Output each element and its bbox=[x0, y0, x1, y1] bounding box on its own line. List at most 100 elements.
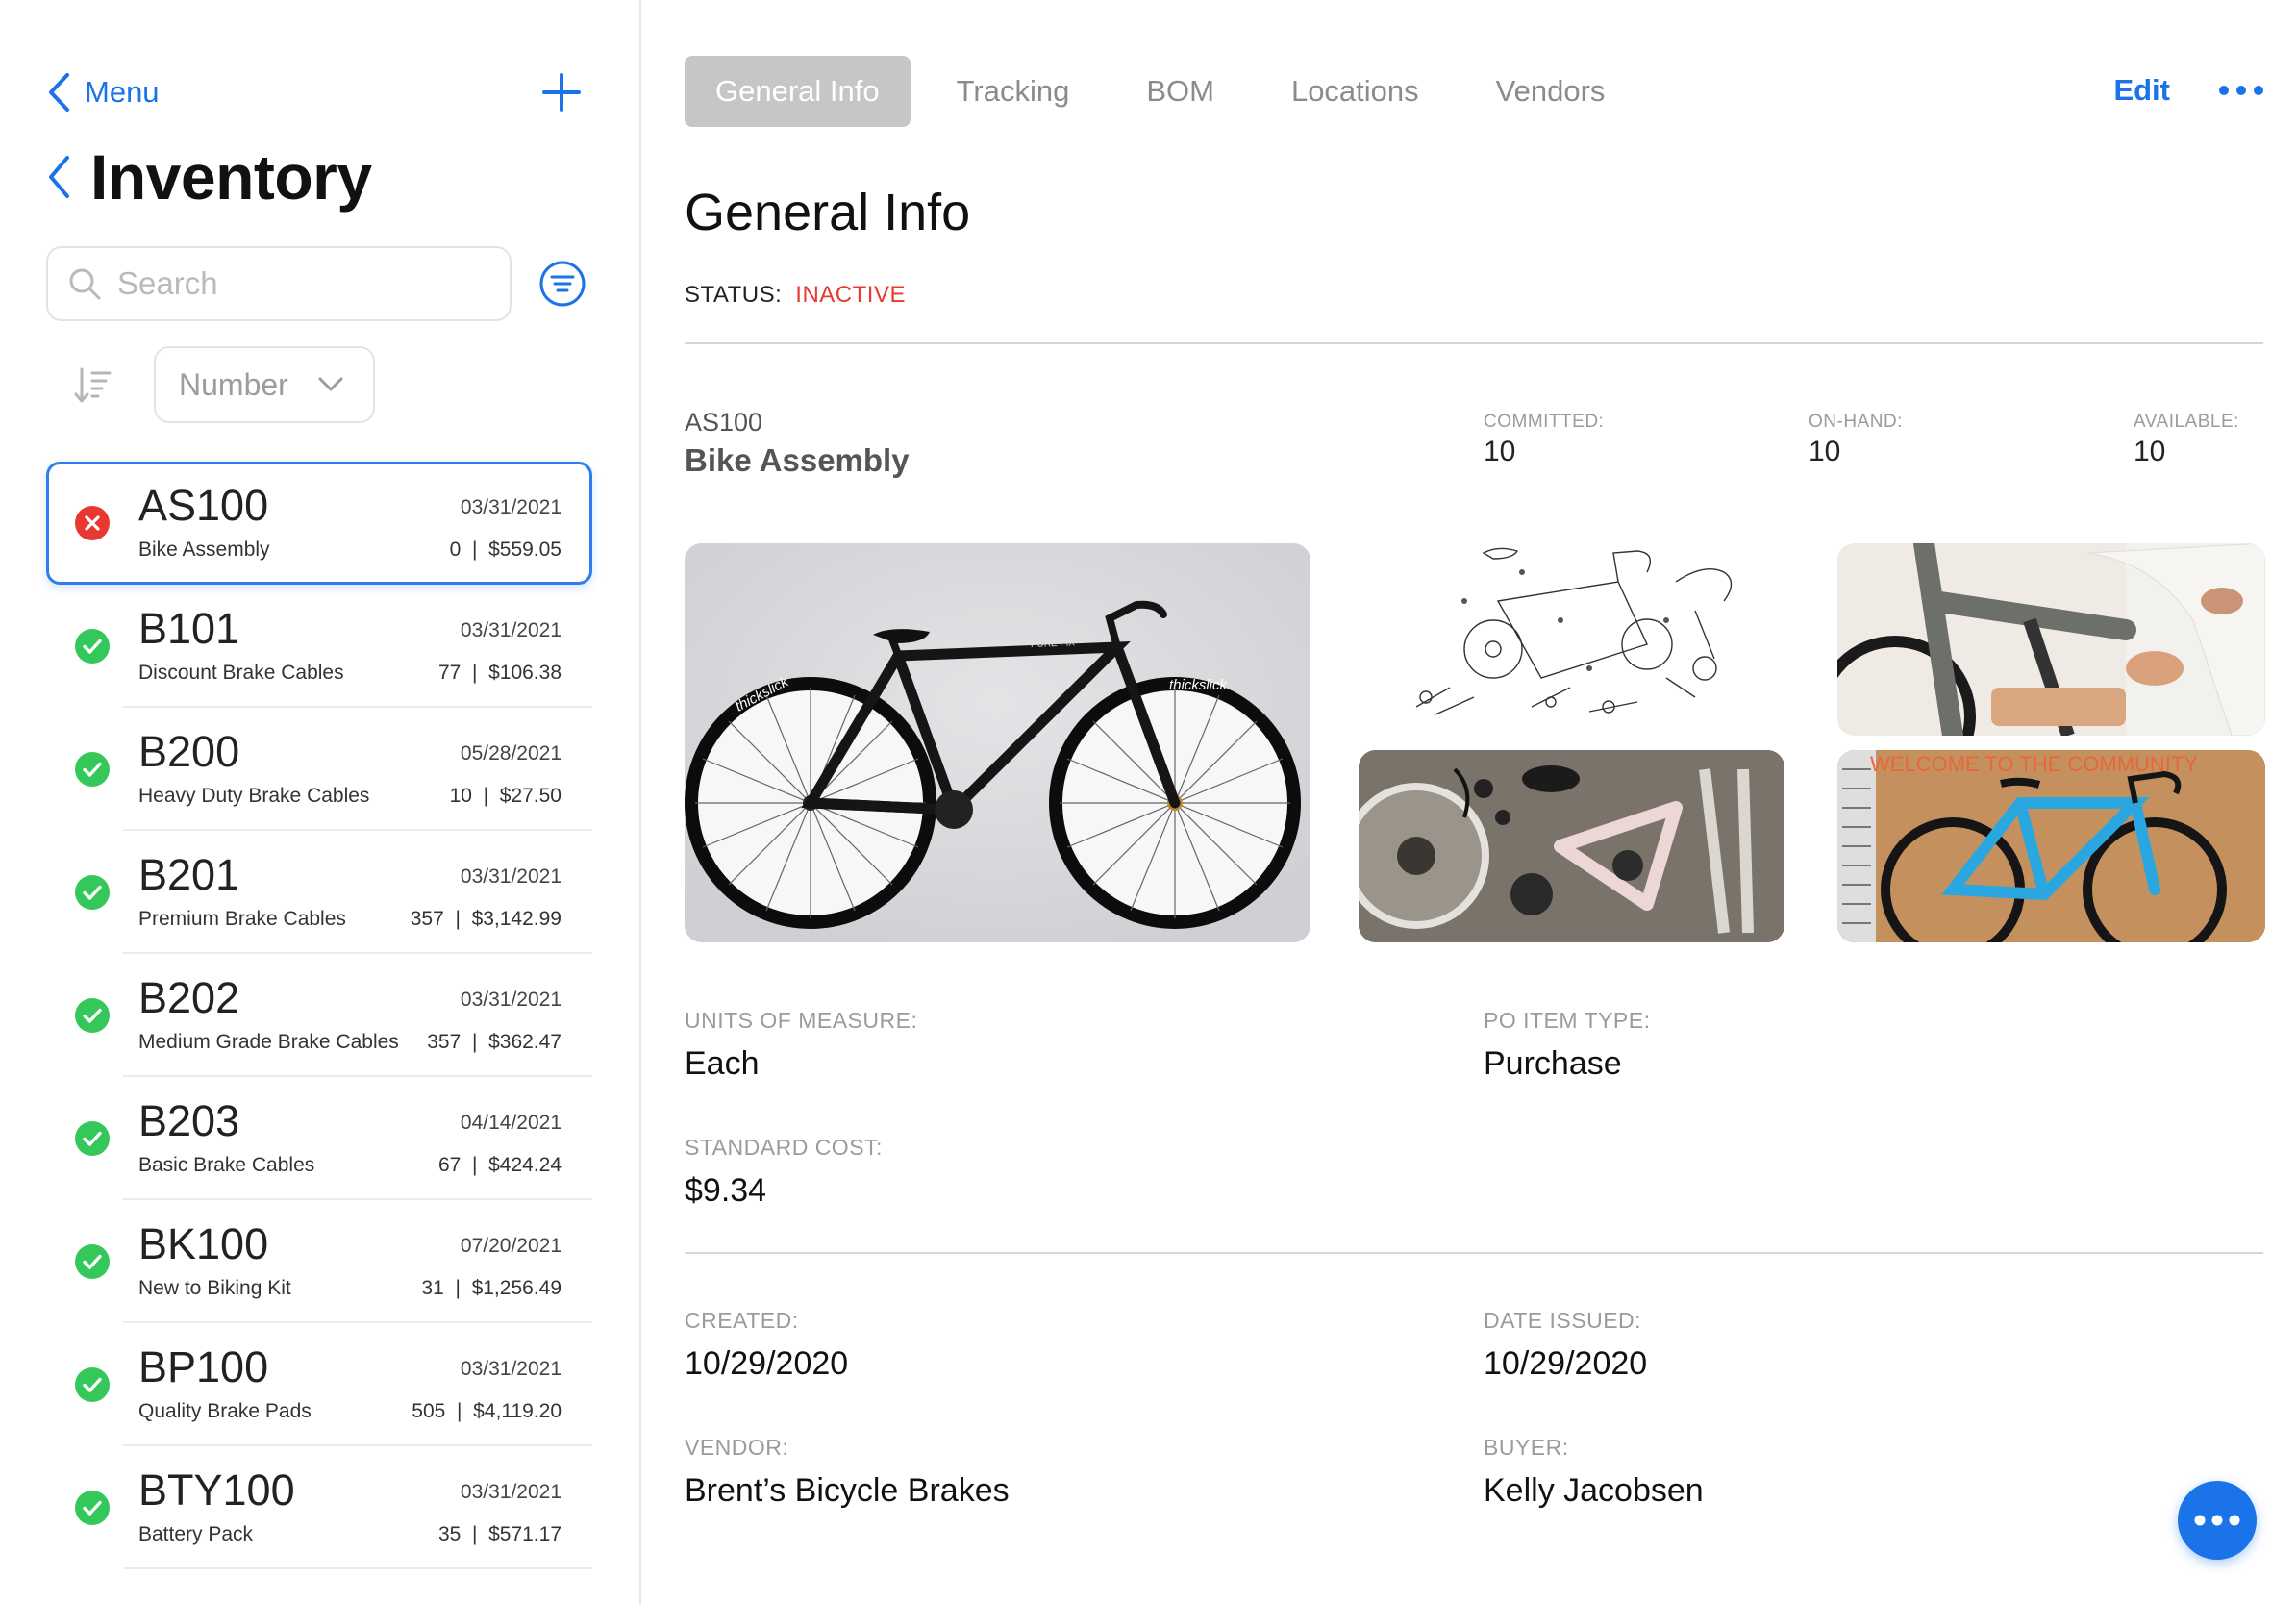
vendor-label: VENDOR: bbox=[685, 1435, 789, 1460]
uom-label: UNITS OF MEASURE: bbox=[685, 1008, 918, 1033]
item-number: B101 bbox=[138, 604, 240, 653]
bike-diagram-photo[interactable] bbox=[1359, 543, 1784, 736]
created-label: CREATED: bbox=[685, 1308, 799, 1333]
tab-bom[interactable]: BOM bbox=[1146, 74, 1214, 109]
checkmark-circle-icon bbox=[75, 1244, 110, 1279]
chevron-down-icon bbox=[318, 377, 343, 391]
list-item[interactable]: B200 05/28/2021 Heavy Duty Brake Cables 10 … bbox=[46, 708, 592, 831]
item-date: 03/31/2021 bbox=[460, 865, 562, 888]
standard-cost-value: $9.34 bbox=[685, 1172, 767, 1209]
item-description: Battery Pack bbox=[138, 1523, 254, 1545]
item-number: AS100 bbox=[138, 481, 269, 530]
search-icon bbox=[69, 268, 101, 300]
item-date: 03/31/2021 bbox=[460, 619, 562, 641]
onhand-label: ON-HAND: bbox=[1809, 412, 1903, 432]
list-item[interactable]: AS100 03/31/2021 Bike Assembly 0 | $559.05 bbox=[46, 462, 592, 585]
banner-text: WELCOME TO THE COMMUNITY bbox=[1870, 752, 2198, 776]
inventory-list: AS100 03/31/2021 Bike Assembly 0 | $559.05 B… bbox=[46, 462, 592, 1569]
sort-icon[interactable] bbox=[73, 365, 113, 406]
item-description: Quality Brake Pads bbox=[138, 1400, 312, 1422]
list-item[interactable]: B203 04/14/2021 Basic Brake Cables 67 | $42… bbox=[46, 1077, 592, 1200]
plus-icon[interactable] bbox=[540, 71, 583, 113]
ellipsis-icon bbox=[2194, 1515, 2240, 1526]
section-title: General Info bbox=[685, 184, 971, 241]
item-number: BTY100 bbox=[138, 1466, 295, 1515]
committed-label: COMMITTED: bbox=[1484, 412, 1605, 432]
item-description: Basic Brake Cables bbox=[138, 1154, 315, 1176]
status-row: STATUS: INACTIVE bbox=[685, 282, 906, 309]
parts-photo[interactable] bbox=[1359, 750, 1784, 942]
frame-brand-text: PURE FIX bbox=[1031, 638, 1076, 650]
item-number: B200 bbox=[138, 727, 240, 776]
list-item[interactable]: BTY100 03/31/2021 Battery Pack 35 | $571.17 bbox=[46, 1446, 592, 1569]
chevron-left-icon[interactable] bbox=[46, 154, 71, 200]
item-description: Heavy Duty Brake Cables bbox=[138, 785, 370, 807]
available-label: AVAILABLE: bbox=[2134, 412, 2239, 432]
bike-image: thickslick thickslick PURE FIX bbox=[685, 543, 1310, 942]
divider bbox=[123, 1567, 592, 1569]
item-description: Bike Assembly bbox=[138, 539, 270, 561]
item-number: BP100 bbox=[138, 1342, 269, 1391]
item-date: 04/14/2021 bbox=[460, 1112, 562, 1134]
item-description: New to Biking Kit bbox=[138, 1277, 291, 1299]
item-description: Medium Grade Brake Cables bbox=[138, 1031, 399, 1053]
tab-bar: General Info Tracking BOM Locations Vend… bbox=[685, 56, 1682, 127]
onhand-value: 10 bbox=[1809, 436, 1841, 467]
item-qty-price: 10 | $27.50 bbox=[449, 785, 562, 807]
exploded-diagram-image bbox=[1415, 547, 1733, 715]
item-qty-price: 31 | $1,256.49 bbox=[421, 1277, 562, 1299]
item-description: Premium Brake Cables bbox=[138, 908, 346, 930]
filter-icon[interactable] bbox=[538, 260, 586, 308]
buyer-value: Kelly Jacobsen bbox=[1484, 1472, 1704, 1509]
item-date: 07/20/2021 bbox=[460, 1235, 562, 1257]
floating-more-button[interactable] bbox=[2178, 1481, 2257, 1560]
bike-photo-main[interactable]: thickslick thickslick PURE FIX bbox=[685, 543, 1310, 942]
status-value: INACTIVE bbox=[795, 282, 906, 308]
item-qty-price: 357 | $362.47 bbox=[427, 1031, 562, 1053]
item-number: B202 bbox=[138, 973, 240, 1022]
search-field[interactable] bbox=[46, 246, 512, 321]
ellipsis-icon[interactable] bbox=[2218, 85, 2264, 96]
list-item[interactable]: BK100 07/20/2021 New to Biking Kit 31 | $1,… bbox=[46, 1200, 592, 1323]
item-qty-price: 77 | $106.38 bbox=[437, 662, 562, 684]
assembly-photo[interactable] bbox=[1837, 543, 2265, 736]
tire-brand-text: thickslick bbox=[1169, 677, 1229, 693]
date-issued-value: 10/29/2020 bbox=[1484, 1345, 1648, 1382]
status-label: STATUS: bbox=[685, 282, 783, 308]
standard-cost-label: STANDARD COST: bbox=[685, 1135, 883, 1160]
tab-tracking[interactable]: Tracking bbox=[957, 74, 1070, 109]
vendor-value: Brent’s Bicycle Brakes bbox=[685, 1472, 1010, 1509]
item-date: 03/31/2021 bbox=[460, 496, 562, 518]
created-value: 10/29/2020 bbox=[685, 1345, 849, 1382]
tab-locations[interactable]: Locations bbox=[1291, 74, 1419, 109]
po-item-type-label: PO ITEM TYPE: bbox=[1484, 1008, 1651, 1033]
checkmark-circle-icon bbox=[75, 1367, 110, 1402]
sort-field-select[interactable]: Number bbox=[154, 346, 375, 423]
detail-pane: General Info Tracking BOM Locations Vend… bbox=[641, 0, 2296, 1604]
committed-value: 10 bbox=[1484, 436, 1516, 467]
tab-vendors[interactable]: Vendors bbox=[1496, 74, 1606, 109]
sort-field-value: Number bbox=[179, 366, 288, 402]
blue-bike-photo[interactable]: WELCOME TO THE COMMUNITY bbox=[1837, 750, 2265, 942]
checkmark-circle-icon bbox=[75, 875, 110, 910]
item-date: 03/31/2021 bbox=[460, 1481, 562, 1503]
item-number: B203 bbox=[138, 1096, 240, 1145]
list-item[interactable]: B201 03/31/2021 Premium Brake Cables 357 | … bbox=[46, 831, 592, 954]
checkmark-circle-icon bbox=[75, 1491, 110, 1525]
checkmark-circle-icon bbox=[75, 1121, 110, 1156]
list-item[interactable]: BP100 03/31/2021 Quality Brake Pads 505 | $… bbox=[46, 1323, 592, 1446]
uom-value: Each bbox=[685, 1045, 760, 1082]
chevron-left-icon bbox=[49, 73, 69, 112]
sidebar: Menu Inventory Number AS100 03/31/2021 Bik… bbox=[0, 0, 641, 1604]
list-item[interactable]: B101 03/31/2021 Discount Brake Cables 77 | … bbox=[46, 585, 592, 708]
item-number: B201 bbox=[138, 850, 240, 899]
edit-button[interactable]: Edit bbox=[2113, 73, 2170, 108]
search-input[interactable] bbox=[115, 264, 485, 303]
menu-back-label: Menu bbox=[85, 75, 160, 109]
menu-back-button[interactable]: Menu bbox=[46, 71, 160, 113]
tab-general-info[interactable]: General Info bbox=[685, 56, 911, 127]
checkmark-circle-icon bbox=[75, 998, 110, 1033]
inventory-title: Inventory bbox=[90, 141, 372, 213]
mechanic-image bbox=[1837, 543, 2265, 736]
list-item[interactable]: B202 03/31/2021 Medium Grade Brake Cables 3… bbox=[46, 954, 592, 1077]
